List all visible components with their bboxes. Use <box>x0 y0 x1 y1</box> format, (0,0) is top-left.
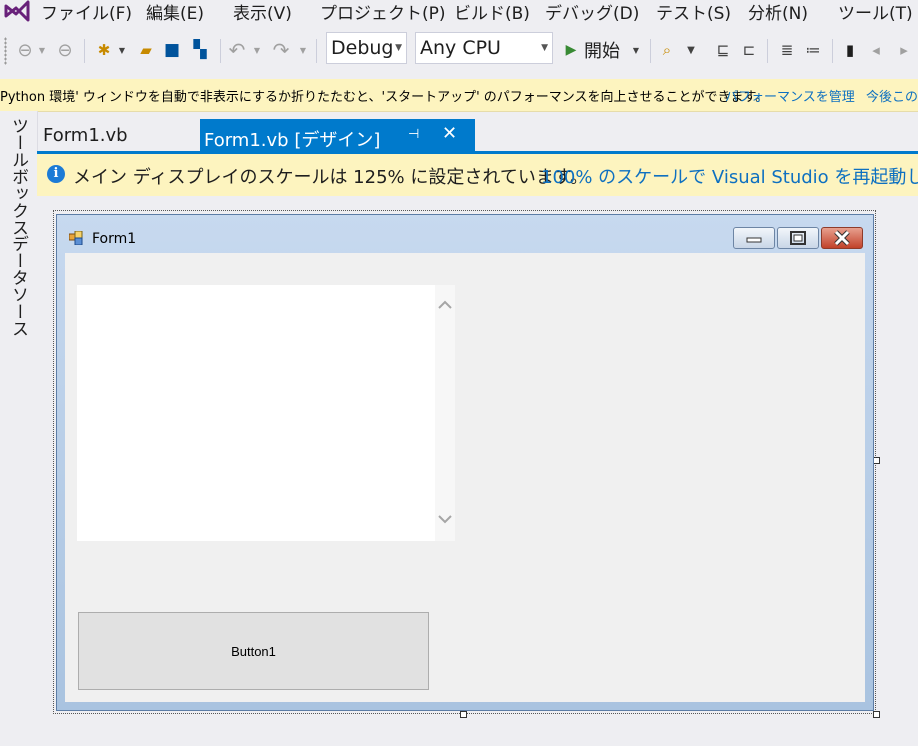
solution-platform-select[interactable]: Any CPU ▼ <box>415 32 553 64</box>
visual-studio-logo-icon <box>4 0 30 22</box>
toolbar-separator <box>767 39 768 63</box>
manage-performance-link[interactable]: パフォーマンスを管理 <box>725 86 855 105</box>
new-project-icon[interactable]: ✱ <box>92 27 116 73</box>
forward-icon[interactable]: ⊖ <box>54 27 76 73</box>
tab-form1-design[interactable]: Form1.vb [デザイン] ⊣ ✕ <box>200 119 475 153</box>
back-icon[interactable]: ⊖ <box>14 27 36 73</box>
form-icon <box>69 231 83 245</box>
previous-bookmark-icon[interactable]: ◂ <box>866 27 886 73</box>
step-over-icon[interactable]: ⊏ <box>738 27 760 73</box>
button1[interactable]: Button1 <box>78 612 429 690</box>
dont-show-again-link[interactable]: 今後この <box>866 86 918 105</box>
form-title: Form1 <box>92 231 137 247</box>
form-client-area: Button1 <box>65 253 865 702</box>
solution-platform-value: Any CPU <box>420 37 501 59</box>
form1-window[interactable]: Form1 Button1 <box>56 214 874 711</box>
display-scale-infobar: i メイン ディスプレイのスケールは 125% に設定されています。 100% … <box>37 154 918 196</box>
scale-message: メイン ディスプレイのスケールは 125% に設定されています。 <box>73 167 589 188</box>
listbox-vertical-scrollbar[interactable] <box>435 285 455 541</box>
new-project-dropdown-icon[interactable]: ▼ <box>117 27 127 73</box>
resize-handle-bottom[interactable] <box>460 711 467 718</box>
menu-edit[interactable]: 編集(E) <box>146 0 204 24</box>
toolbar-separator <box>220 39 221 63</box>
resize-handle-right[interactable] <box>873 457 880 464</box>
undo-dropdown-icon[interactable]: ▼ <box>252 27 262 73</box>
left-tool-window-strip: ツールボックス データソース <box>0 111 38 746</box>
pin-tab-icon[interactable]: ⊣ <box>408 127 419 142</box>
redo-icon[interactable]: ↷ <box>270 27 292 73</box>
info-icon: i <box>47 165 65 183</box>
menu-tools[interactable]: ツール(T) <box>838 0 913 24</box>
solution-configuration-value: Debug <box>331 37 394 59</box>
menu-bar: ファイル(F) 編集(E) 表示(V) プロジェクト(P) ビルド(B) デバッ… <box>0 0 918 24</box>
toolbar-grip[interactable] <box>4 37 7 65</box>
minimize-button[interactable] <box>733 227 775 249</box>
document-tab-row: Form1.vb Form1.vb [デザイン] ⊣ ✕ <box>37 111 918 153</box>
redo-dropdown-icon[interactable]: ▼ <box>298 27 308 73</box>
menu-analyze[interactable]: 分析(N) <box>748 0 808 24</box>
maximize-button[interactable] <box>777 227 819 249</box>
save-all-icon[interactable]: ▚ <box>188 27 212 73</box>
open-folder-icon[interactable]: ▰ <box>135 27 157 73</box>
uncomment-lines-icon[interactable]: ≔ <box>802 27 824 73</box>
close-button[interactable] <box>821 227 863 249</box>
close-icon <box>834 230 850 246</box>
restart-at-100-link[interactable]: 100% のスケールで Visual Studio を再起動しま <box>541 163 918 189</box>
menu-build[interactable]: ビルド(B) <box>454 0 530 24</box>
listbox1[interactable] <box>77 285 455 541</box>
menu-view[interactable]: 表示(V) <box>233 0 292 24</box>
chevron-down-icon: ▼ <box>395 43 402 53</box>
step-into-icon[interactable]: ⊑ <box>712 27 734 73</box>
toolbar-separator <box>84 39 85 63</box>
close-tab-icon[interactable]: ✕ <box>442 123 457 144</box>
standard-toolbar: ⊖ ▼ ⊖ ✱ ▼ ▰ ■ ▚ ↶ ▼ ↷ ▼ Debug ▼ Any CPU … <box>0 27 918 73</box>
start-play-icon[interactable]: ▶ <box>562 27 580 73</box>
resize-handle-bottom-right[interactable] <box>873 711 880 718</box>
menu-test[interactable]: テスト(S) <box>656 0 731 24</box>
scroll-down-chevron-icon[interactable] <box>437 511 453 527</box>
tab-form1-code[interactable]: Form1.vb <box>43 125 128 146</box>
menu-file[interactable]: ファイル(F) <box>41 0 132 24</box>
start-button-label[interactable]: 開始 <box>584 27 630 73</box>
bookmark-icon[interactable]: ▮ <box>840 27 860 73</box>
find-in-files-icon[interactable]: ⌕ <box>656 27 678 73</box>
toolbar-separator <box>316 39 317 63</box>
start-dropdown-icon[interactable]: ▼ <box>630 27 642 73</box>
tab-form1-design-label: Form1.vb [デザイン] <box>204 130 381 151</box>
toolbox-tab[interactable]: ツールボックス <box>6 117 31 236</box>
infobar-message: Python 環境' ウィンドウを自動で非表示にするか折りたたむと、'スタートア… <box>0 90 769 105</box>
back-dropdown-icon[interactable]: ▼ <box>36 27 48 73</box>
scroll-up-chevron-icon[interactable] <box>437 297 453 313</box>
undo-icon[interactable]: ↶ <box>226 27 248 73</box>
menu-debug[interactable]: デバッグ(D) <box>545 0 639 24</box>
chevron-down-icon: ▼ <box>541 43 548 53</box>
solution-configuration-select[interactable]: Debug ▼ <box>326 32 407 64</box>
comment-lines-icon[interactable]: ≣ <box>776 27 798 73</box>
next-bookmark-icon[interactable]: ▸ <box>894 27 914 73</box>
menu-project[interactable]: プロジェクト(P) <box>320 0 446 24</box>
toolbar-separator <box>832 39 833 63</box>
toolbar-separator <box>650 39 651 63</box>
python-environment-infobar: Python 環境' ウィンドウを自動で非表示にするか折りたたむと、'スタートア… <box>0 79 918 112</box>
save-icon[interactable]: ■ <box>161 27 183 73</box>
toolbar-overflow-icon[interactable]: ▼ <box>680 27 702 73</box>
data-sources-tab[interactable]: データソース <box>6 235 31 337</box>
maximize-icon <box>790 231 806 245</box>
minimize-icon <box>746 237 762 243</box>
